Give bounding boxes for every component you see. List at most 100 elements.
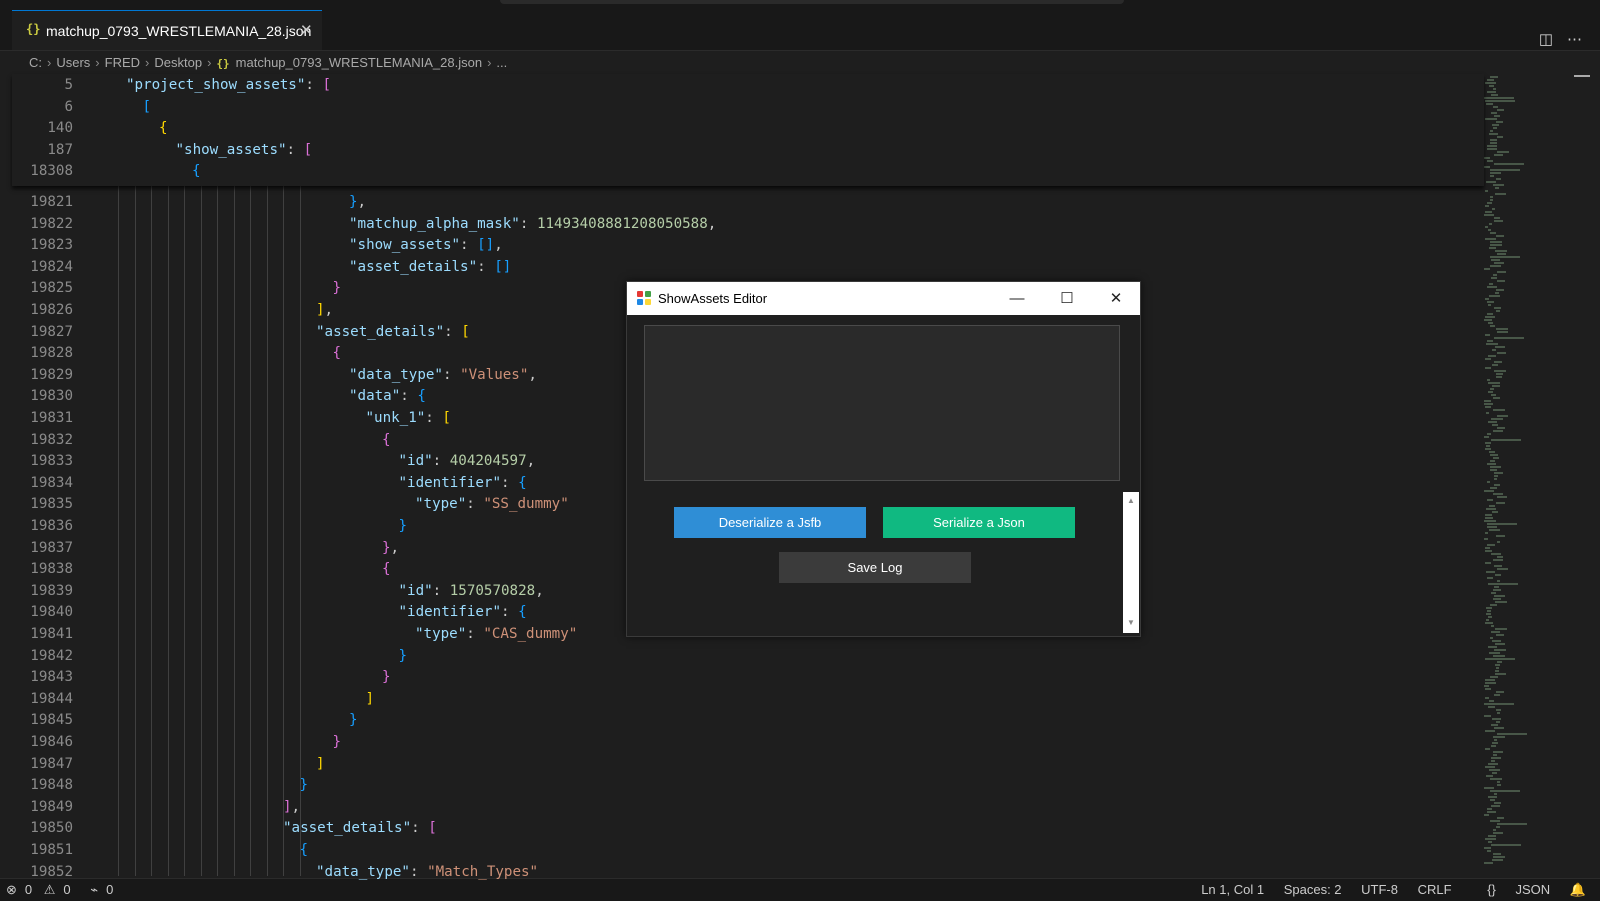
minimap-line — [1490, 325, 1495, 327]
breadcrumb-item-drive[interactable]: C: — [29, 55, 42, 70]
problems-indicator[interactable]: ⊗ 0 ⚠ 0 — [6, 882, 82, 897]
encoding[interactable]: UTF-8 — [1361, 882, 1398, 897]
serialize-button[interactable]: Serialize a Json — [883, 507, 1075, 538]
minimap-line — [1487, 577, 1493, 579]
minimap-line — [1485, 118, 1497, 120]
bell-icon[interactable]: 🔔 — [1570, 882, 1586, 897]
code-line[interactable]: 18308 { — [12, 161, 1472, 182]
minimap-line — [1489, 85, 1494, 87]
minimap-line — [1488, 616, 1492, 618]
code-line[interactable]: 19847] — [0, 754, 1460, 775]
token: "data_type" — [349, 366, 443, 383]
code-line[interactable]: 19845} — [0, 710, 1460, 731]
line-ending[interactable]: CRLF — [1418, 882, 1452, 897]
code-text: "matchup_alpha_mask": 114934088812080505… — [349, 214, 716, 235]
line-number: 19842 — [30, 647, 73, 664]
minimap-line — [1486, 181, 1496, 183]
deserialize-button[interactable]: Deserialize a Jsfb — [674, 507, 866, 538]
token: "asset_details" — [316, 323, 445, 340]
token: 1570570828 — [449, 582, 536, 599]
breadcrumb-item-file[interactable]: matchup_0793_WRESTLEMANIA_28.json — [236, 55, 482, 70]
code-line[interactable]: 19850 "asset_details": [ — [0, 818, 1460, 839]
code-text: } — [399, 516, 408, 537]
minimap[interactable] — [1480, 74, 1590, 874]
tab-matchup-json[interactable]: {} matchup_0793_WRESTLEMANIA_28.json ✕ — [12, 10, 322, 50]
token: ] — [316, 302, 325, 318]
line-number: 19845 — [30, 712, 73, 729]
minimap-line — [1490, 232, 1496, 234]
minimize-icon[interactable]: — — [994, 282, 1040, 315]
token: ] — [283, 798, 292, 815]
code-line[interactable]: 19822 "matchup_alpha_mask": 1149340888120… — [0, 214, 1460, 235]
code-line[interactable]: 19821}, — [0, 192, 1460, 213]
minimap-line — [1490, 130, 1493, 132]
error-count: 0 — [24, 882, 33, 897]
code-line[interactable]: 19823 "show_assets": [], — [0, 235, 1460, 256]
code-line[interactable]: 187 "show_assets": [ — [12, 140, 1472, 161]
breadcrumb-item-desktop[interactable]: Desktop — [154, 55, 202, 70]
minimap-line — [1489, 505, 1495, 507]
token: { — [382, 561, 391, 578]
minimap-line — [1495, 346, 1505, 348]
minimap-line — [1497, 781, 1500, 783]
minimap-line — [1492, 124, 1499, 126]
minimap-line — [1485, 514, 1492, 516]
tab-close-icon[interactable]: ✕ — [300, 21, 313, 39]
code-line[interactable]: 5 "project_show_assets": [ — [12, 75, 1472, 96]
code-line[interactable]: 140 { — [12, 118, 1472, 139]
minimap-line — [1493, 274, 1497, 276]
minimap-line — [1495, 193, 1506, 195]
line-number: 19822 — [30, 215, 73, 232]
code-line[interactable]: 6[ — [12, 97, 1472, 118]
code-line[interactable]: 19843} — [0, 667, 1460, 688]
code-line[interactable]: 19851 { — [0, 840, 1460, 861]
code-line[interactable]: 19852 "data_type": "Match_Types" — [0, 862, 1460, 883]
split-editor-icon[interactable]: ◫ — [1539, 31, 1553, 48]
minimap-line — [1487, 145, 1497, 147]
line-number: 19852 — [30, 863, 73, 880]
minimap-line — [1487, 379, 1490, 381]
save-log-button[interactable]: Save Log — [779, 552, 971, 583]
breadcrumb-item-fred[interactable]: FRED — [105, 55, 140, 70]
indentation[interactable]: Spaces: 2 — [1284, 882, 1342, 897]
dialog-scrollbar[interactable]: ▲ ▼ — [1123, 492, 1139, 633]
ports-indicator[interactable]: ⌁ 0 — [90, 882, 121, 897]
command-center[interactable] — [500, 0, 1124, 4]
log-textarea[interactable] — [644, 325, 1120, 481]
code-line[interactable]: 19849], — [0, 797, 1460, 818]
minimap-line — [1490, 256, 1520, 258]
minimap-line — [1486, 775, 1493, 777]
code-line[interactable]: 19842} — [0, 646, 1460, 667]
scroll-down-icon[interactable]: ▼ — [1127, 618, 1135, 627]
code-text: "id": 404204597, — [399, 451, 536, 472]
minimap-line — [1487, 808, 1492, 810]
code-line[interactable]: 19846} — [0, 732, 1460, 753]
cursor-position[interactable]: Ln 1, Col 1 — [1201, 882, 1264, 897]
more-actions-icon[interactable]: ⋯ — [1567, 31, 1582, 48]
minimap-line — [1485, 334, 1490, 336]
maximize-icon[interactable]: ☐ — [1044, 282, 1090, 315]
scroll-up-icon[interactable]: ▲ — [1127, 496, 1135, 505]
broadcast-icon: ⌁ — [90, 882, 99, 897]
minimap-line — [1490, 799, 1495, 801]
breadcrumb-item-users[interactable]: Users — [56, 55, 90, 70]
code-line[interactable]: 19824 "asset_details": [] — [0, 257, 1460, 278]
dialog-titlebar[interactable]: ShowAssets Editor — ☐ ✕ — [627, 282, 1140, 315]
minimap-line — [1490, 265, 1501, 267]
token: : — [305, 77, 323, 93]
minimap-line — [1495, 250, 1507, 252]
language-mode[interactable]: {} JSON — [1471, 882, 1550, 897]
minimap-line — [1490, 820, 1500, 822]
minimap-line — [1484, 436, 1489, 438]
code-line[interactable]: 19844] — [0, 689, 1460, 710]
minimap-line — [1487, 523, 1517, 525]
line-number: 19847 — [30, 755, 73, 772]
minimap-line — [1494, 217, 1500, 219]
minimap-line — [1485, 697, 1489, 699]
close-icon[interactable]: ✕ — [1093, 282, 1139, 315]
minimap-line — [1493, 736, 1505, 738]
minimap-line — [1484, 715, 1491, 717]
minimap-line — [1485, 205, 1489, 207]
breadcrumb-item-more[interactable]: ... — [496, 55, 507, 70]
code-line[interactable]: 19848} — [0, 775, 1460, 796]
